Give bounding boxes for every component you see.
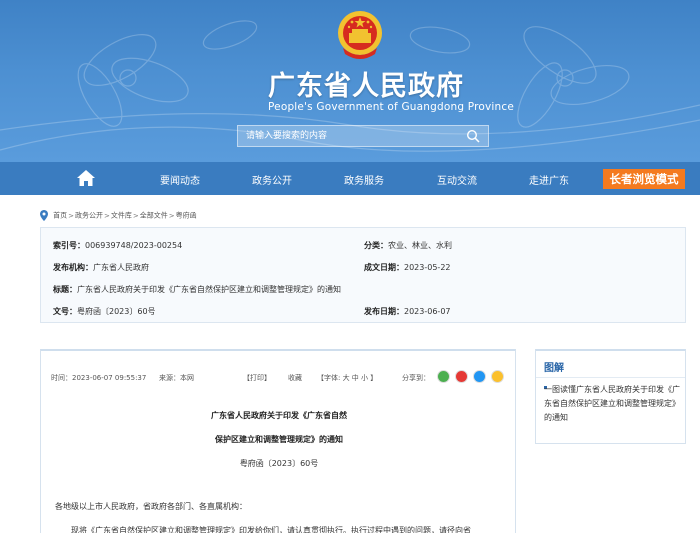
infographic-sidebar: 图解 一图读懂广东省人民政府关于印发《广东省自然保护区建立和调整管理规定》的通知 [535, 349, 686, 444]
main-nav: 要闻动态 政务公开 政务服务 互动交流 走进广东 长者浏览模式 [0, 162, 700, 195]
info-published-date: 发布日期：2023-06-07 [364, 307, 451, 316]
print-button[interactable]: 【打印】 [243, 373, 271, 383]
breadcrumb-current[interactable]: 粤府函 [176, 212, 197, 220]
search-box [237, 125, 489, 147]
national-emblem-icon [338, 11, 382, 59]
article-title-line-1: 广东省人民政府关于印发《广东省自然 [211, 411, 347, 420]
document-info-box: 索引号：006939748/2023-00254 分类：农业、林业、水利 发布机… [40, 227, 686, 323]
nav-item-gov-open[interactable]: 政务公开 [252, 172, 292, 187]
nav-item-news[interactable]: 要闻动态 [160, 172, 200, 187]
search-icon[interactable] [466, 129, 480, 143]
site-title[interactable]: 广东省人民政府 [268, 64, 464, 103]
sidebar-title: 图解 [544, 363, 564, 374]
nav-item-gov-service[interactable]: 政务服务 [344, 172, 384, 187]
header-banner: 广东省人民政府 People's Government of Guangdong… [0, 0, 700, 162]
breadcrumb: 首页>政务公开>文件库>全部文件>粤府函 [40, 205, 197, 221]
search-input[interactable] [238, 126, 458, 146]
info-created-date: 成文日期：2023-05-22 [364, 263, 451, 272]
favorite-button[interactable]: 收藏 [288, 373, 302, 383]
breadcrumb-all-files[interactable]: 全部文件 [140, 212, 168, 220]
article-title-line-2: 保护区建立和调整管理规定》的通知 [215, 435, 343, 444]
nav-item-about[interactable]: 走进广东 [529, 172, 569, 187]
article-paragraph: 现将《广东省自然保护区建立和调整管理规定》印发给你们，请认真贯彻执行。执行过程中… [71, 526, 471, 533]
breadcrumb-home[interactable]: 首页 [53, 212, 67, 220]
weibo-share-icon[interactable] [455, 370, 468, 383]
info-issuer: 发布机构：广东省人民政府 [53, 263, 149, 272]
wechat-share-icon[interactable] [437, 370, 450, 383]
elder-mode-button[interactable]: 长者浏览模式 [603, 169, 685, 189]
article-panel: 时间：2023-06-07 09:55:37 来源：本网 【打印】 收藏 【字体… [40, 349, 516, 533]
info-index: 索引号：006939748/2023-00254 [53, 241, 183, 250]
article-doc-number: 粤府函〔2023〕60号 [239, 459, 319, 468]
sidebar-infographic-link[interactable]: 一图读懂广东省人民政府关于印发《广东省自然保护区建立和调整管理规定》的通知 [544, 383, 684, 425]
article-time: 时间：2023-06-07 09:55:37 [51, 374, 147, 382]
home-icon[interactable] [76, 169, 96, 187]
info-title: 标题：广东省人民政府关于印发《广东省自然保护区建立和调整管理规定》的通知 [53, 285, 341, 294]
sidebar-divider [536, 377, 685, 378]
nav-item-interaction[interactable]: 互动交流 [437, 172, 477, 187]
info-category: 分类：农业、林业、水利 [364, 241, 452, 250]
location-pin-icon [40, 210, 48, 221]
qq-share-icon[interactable] [473, 370, 486, 383]
breadcrumb-file-library[interactable]: 文件库 [111, 212, 132, 220]
article-source: 来源：本网 [159, 374, 194, 382]
font-size-control[interactable]: 【字体: 大 中 小 】 [317, 373, 377, 383]
qzone-share-icon[interactable] [491, 370, 504, 383]
info-doc-number: 文号：粤府函〔2023〕60号 [53, 307, 156, 316]
share-label: 分享到： [402, 374, 430, 382]
article-greeting: 各地级以上市人民政府，省政府各部门、各直属机构： [55, 502, 247, 511]
site-subtitle: People's Government of Guangdong Provinc… [268, 101, 515, 113]
breadcrumb-gov-open[interactable]: 政务公开 [75, 212, 103, 220]
